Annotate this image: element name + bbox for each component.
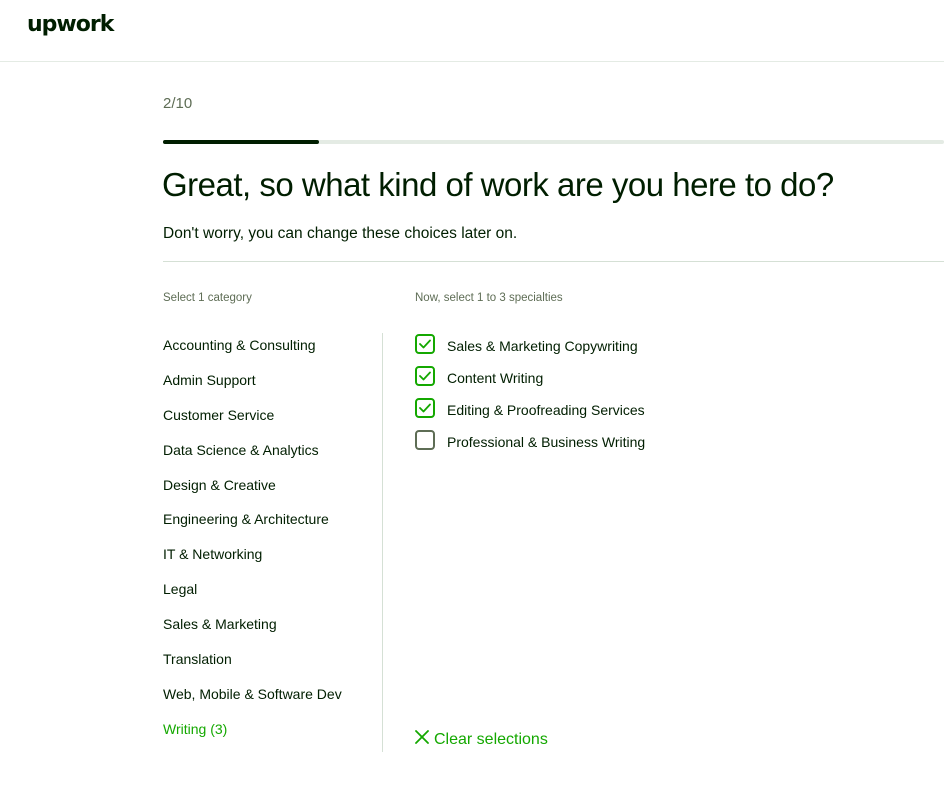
check-icon: [419, 403, 431, 413]
specialty-item[interactable]: Sales & Marketing Copywriting: [415, 334, 645, 366]
check-icon: [419, 371, 431, 381]
specialty-item[interactable]: Professional & Business Writing: [415, 430, 645, 462]
specialty-label: Professional & Business Writing: [447, 434, 646, 450]
specialty-label: Editing & Proofreading Services: [447, 402, 645, 418]
category-column-label: Select 1 category: [163, 292, 252, 304]
top-header: upwork: [0, 0, 944, 62]
specialty-label: Sales & Marketing Copywriting: [447, 338, 638, 354]
page-title: Great, so what kind of work are you here…: [162, 166, 834, 203]
specialty-column-label: Now, select 1 to 3 specialties: [415, 292, 563, 304]
close-icon: [415, 730, 429, 749]
specialty-item[interactable]: Content Writing: [415, 366, 645, 398]
category-item[interactable]: Design & Creative: [163, 476, 342, 511]
category-item[interactable]: Customer Service: [163, 406, 342, 441]
category-item[interactable]: Engineering & Architecture: [163, 510, 342, 545]
category-item[interactable]: IT & Networking: [163, 545, 342, 580]
progress-bar: [163, 140, 944, 144]
specialty-label: Content Writing: [447, 370, 544, 386]
check-icon: [419, 339, 431, 349]
category-item[interactable]: Sales & Marketing: [163, 615, 342, 650]
specialty-list: Sales & Marketing Copywriting Content Wri…: [415, 334, 645, 462]
progress-bar-fill: [163, 140, 320, 144]
category-item[interactable]: Web, Mobile & Software Dev: [163, 685, 342, 720]
category-item[interactable]: Translation: [163, 650, 342, 685]
specialty-checkbox[interactable]: [415, 398, 435, 418]
upwork-logo[interactable]: upwork: [27, 12, 114, 37]
category-item[interactable]: Accounting & Consulting: [163, 336, 342, 371]
category-item[interactable]: Legal: [163, 580, 342, 615]
page-subtitle: Don't worry, you can change these choice…: [163, 225, 518, 242]
clear-selections-label: Clear selections: [434, 730, 548, 748]
category-item[interactable]: Admin Support: [163, 371, 342, 406]
specialty-checkbox[interactable]: [415, 430, 435, 450]
specialty-checkbox[interactable]: [415, 334, 435, 354]
clear-selections-button[interactable]: Clear selections: [415, 730, 548, 749]
specialty-checkbox[interactable]: [415, 366, 435, 386]
section-divider: [163, 261, 944, 262]
specialty-item[interactable]: Editing & Proofreading Services: [415, 398, 645, 430]
category-list: Accounting & Consulting Admin Support Cust…: [163, 336, 342, 755]
column-divider: [382, 333, 383, 752]
category-item[interactable]: Data Science & Analytics: [163, 441, 342, 476]
step-counter: 2/10: [163, 95, 193, 112]
category-item[interactable]: Writing (3): [163, 720, 342, 755]
